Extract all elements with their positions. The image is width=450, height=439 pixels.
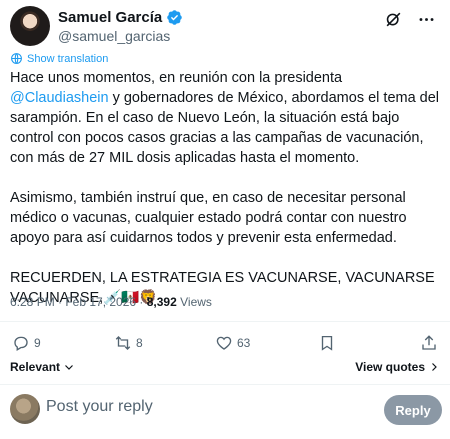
verified-badge-icon bbox=[167, 10, 182, 25]
like-count: 63 bbox=[237, 336, 251, 350]
author-display-name[interactable]: Samuel García bbox=[58, 9, 162, 26]
like-action[interactable]: 63 bbox=[215, 334, 250, 352]
repost-icon bbox=[115, 336, 131, 350]
author-name-row: Samuel García bbox=[58, 9, 183, 26]
divider-top bbox=[0, 321, 450, 322]
tweet-meta: 6:28 PM · Feb 17, 2026 · 8,392 Views bbox=[10, 295, 212, 309]
like-icon bbox=[216, 336, 232, 350]
grok-icon[interactable] bbox=[384, 10, 403, 29]
tweet-paragraph-2: Asimismo, también instruí que, en caso d… bbox=[10, 190, 411, 246]
show-translation-label: Show translation bbox=[27, 52, 109, 65]
views-label: Views bbox=[176, 295, 212, 309]
mention-link[interactable]: @Claudiashein bbox=[10, 90, 109, 106]
more-icon[interactable] bbox=[417, 10, 436, 29]
view-quotes-link[interactable]: View quotes bbox=[355, 360, 440, 374]
repost-count: 8 bbox=[136, 336, 143, 350]
tweet-header: Samuel García @samuel_garcias bbox=[10, 6, 440, 46]
divider-bottom bbox=[0, 384, 450, 385]
view-count: 8,392 bbox=[146, 295, 177, 309]
tweet-timestamp[interactable]: 6:28 PM · Feb 17, 2026 · bbox=[10, 295, 147, 309]
reply-action[interactable]: 9 bbox=[12, 334, 41, 352]
author-avatar[interactable] bbox=[10, 6, 50, 46]
sort-relevant-button[interactable]: Relevant bbox=[10, 360, 75, 374]
current-user-avatar bbox=[10, 394, 40, 424]
show-translation-link[interactable]: Show translation bbox=[10, 52, 108, 65]
translate-icon bbox=[11, 53, 22, 64]
reply-count: 9 bbox=[34, 336, 41, 350]
view-quotes-label: View quotes bbox=[355, 360, 425, 374]
repost-action[interactable]: 8 bbox=[114, 334, 143, 352]
tweet-paragraph-1-start: Hace unos momentos, en reunión con la pr… bbox=[10, 70, 347, 86]
bookmark-action[interactable] bbox=[318, 334, 336, 352]
author-handle[interactable]: @samuel_garcias bbox=[58, 28, 170, 44]
reply-button[interactable]: Reply bbox=[384, 395, 442, 425]
tweet-actions: 9 8 63 bbox=[10, 334, 440, 354]
bookmark-icon bbox=[321, 335, 333, 351]
share-action[interactable] bbox=[420, 334, 438, 352]
reply-composer: Post your reply Reply bbox=[10, 394, 442, 428]
chevron-down-icon bbox=[65, 365, 73, 370]
header-actions bbox=[384, 10, 436, 29]
reply-input[interactable]: Post your reply bbox=[46, 398, 153, 416]
chevron-right-icon bbox=[432, 363, 437, 371]
sort-relevant-label: Relevant bbox=[10, 360, 61, 374]
share-icon bbox=[422, 335, 436, 350]
reply-icon bbox=[14, 336, 28, 351]
tweet-text: Hace unos momentos, en reunión con la pr… bbox=[10, 68, 442, 308]
